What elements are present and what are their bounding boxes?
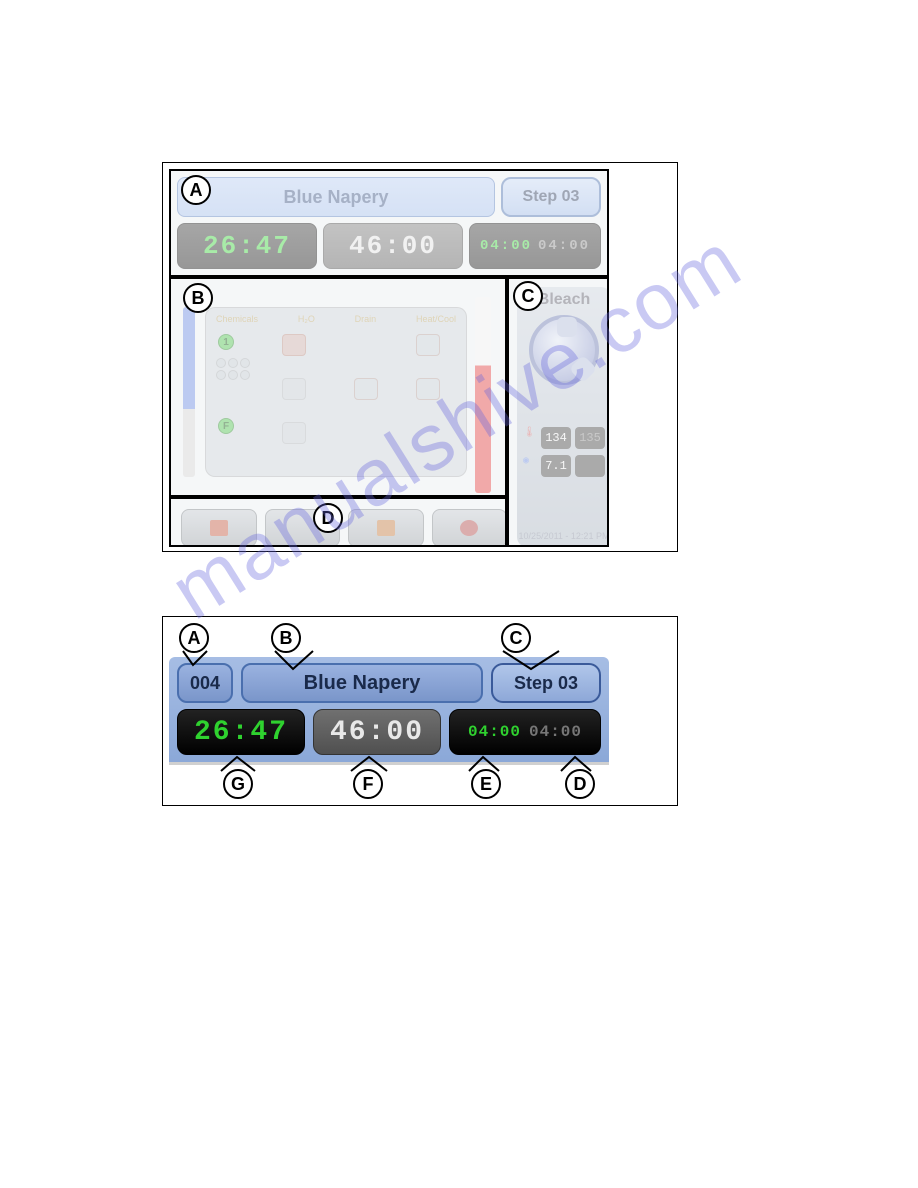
callout-D: D	[565, 769, 595, 799]
callout-G: G	[223, 769, 253, 799]
callout-B: B	[183, 283, 213, 313]
callout-B: B	[271, 623, 301, 653]
callout-C: C	[501, 623, 531, 653]
callout-A: A	[181, 175, 211, 205]
zone-C-outline	[507, 277, 609, 547]
figure-2-container: 004 Blue Napery Step 03 26:47 46:00 04:0…	[162, 616, 678, 806]
callout-C: C	[513, 281, 543, 311]
callout-D: D	[313, 503, 343, 533]
zone-A-outline	[169, 169, 609, 277]
callout-A: A	[179, 623, 209, 653]
callout-F: F	[353, 769, 383, 799]
callout-E: E	[471, 769, 501, 799]
zone-B-outline	[169, 277, 507, 497]
figure-1-container: Blue Napery Step 03 26:47 46:00 04:00 04…	[162, 162, 678, 552]
